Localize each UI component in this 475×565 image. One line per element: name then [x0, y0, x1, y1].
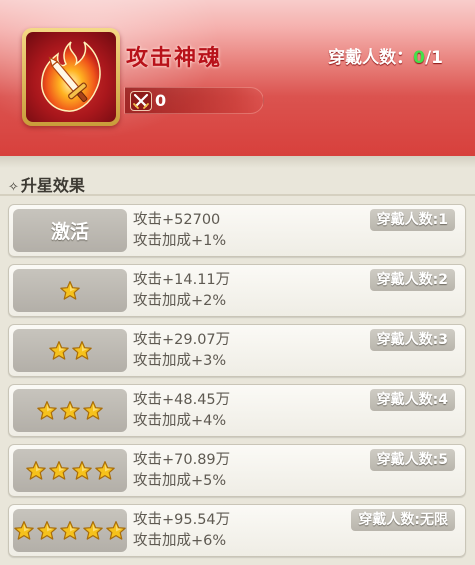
- attack-bonus-stat: 攻击加成+2%: [133, 293, 227, 309]
- power-bar: 0: [124, 87, 264, 114]
- skill-title: 攻击神魂: [126, 45, 223, 71]
- attack-bonus-stat: 攻击加成+5%: [133, 473, 227, 489]
- star-level-cell: [13, 329, 127, 372]
- star-level-row: 攻击+29.07万 攻击加成+3% 穿戴人数:3: [8, 324, 466, 377]
- star-icon: [14, 520, 34, 540]
- star-level-row: 攻击+48.45万 攻击加成+4% 穿戴人数:4: [8, 384, 466, 437]
- stat-lines: 攻击+52700 攻击加成+1%: [133, 210, 226, 252]
- stat-lines: 攻击+29.07万 攻击加成+3%: [133, 330, 230, 372]
- stat-lines: 攻击+95.54万 攻击加成+6%: [133, 510, 230, 552]
- star-level-cell: [13, 269, 127, 312]
- activate-label: 激活: [50, 221, 89, 243]
- star-icon: [83, 520, 103, 540]
- star-icon: [37, 400, 57, 420]
- star-level-cell: [13, 389, 127, 432]
- attack-stat: 攻击+70.89万: [133, 452, 231, 468]
- star-icon: [48, 340, 69, 360]
- star-icon: [60, 520, 80, 540]
- star-icon: [106, 520, 126, 540]
- wear-count-tag: 穿戴人数:2: [369, 269, 455, 291]
- attack-stat: 攻击+29.07万: [133, 332, 231, 348]
- attack-stat: 攻击+95.54万: [133, 512, 231, 528]
- attack-bonus-stat: 攻击加成+3%: [133, 353, 227, 369]
- wear-count-total: /1: [424, 48, 443, 68]
- star-level-row: 激活 攻击+52700 攻击加成+1% 穿戴人数:1: [8, 204, 466, 257]
- skill-header: 攻击神魂 穿戴人数：0/1 0: [0, 0, 475, 156]
- wear-count-tag: 穿戴人数:5: [369, 449, 455, 471]
- star-icon: [60, 400, 80, 420]
- flaming-sword-icon: [26, 32, 116, 122]
- star-icon: [71, 460, 92, 480]
- wear-count-tag: 穿戴人数:3: [369, 329, 455, 351]
- star-level-cell: [13, 509, 127, 552]
- star-rating: [25, 460, 116, 482]
- star-level-row: 攻击+14.11万 攻击加成+2% 穿戴人数:2: [8, 264, 466, 317]
- attack-bonus-stat: 攻击加成+6%: [133, 533, 227, 549]
- star-icon: [25, 460, 46, 480]
- wear-count-tag: 穿戴人数:1: [369, 209, 455, 231]
- wear-count-tag: 穿戴人数:无限: [351, 509, 455, 531]
- star-rating: [13, 520, 127, 542]
- attack-stat: 攻击+14.11万: [133, 272, 231, 288]
- star-icon: [94, 460, 115, 480]
- attack-bonus-stat: 攻击加成+4%: [133, 413, 227, 429]
- section-divider: [0, 194, 475, 196]
- star-level-row: 攻击+95.54万 攻击加成+6% 穿戴人数:无限: [8, 504, 466, 557]
- star-level-cell: 激活: [13, 209, 127, 252]
- star-icon: [71, 340, 92, 360]
- star-icon: [60, 280, 80, 300]
- stat-lines: 攻击+70.89万 攻击加成+5%: [133, 450, 230, 492]
- section-title: ✧ 升星效果: [8, 172, 85, 196]
- attack-stat: 攻击+52700: [133, 212, 221, 228]
- attack-stat: 攻击+48.45万: [133, 392, 231, 408]
- skill-icon-frame[interactable]: [22, 28, 120, 126]
- star-rating: [48, 340, 93, 362]
- wear-count: 穿戴人数：0/1: [328, 43, 443, 68]
- section-band: [0, 156, 475, 168]
- attack-bonus-stat: 攻击加成+1%: [133, 233, 227, 249]
- diamond-icon: ✧: [8, 180, 19, 195]
- star-icon: [83, 400, 103, 420]
- power-value: 0: [155, 91, 167, 110]
- section-title-text: 升星效果: [20, 176, 85, 195]
- wear-count-current: 0: [413, 48, 425, 68]
- star-icon: [48, 460, 69, 480]
- star-rating: [59, 280, 81, 302]
- star-level-row: 攻击+70.89万 攻击加成+5% 穿戴人数:5: [8, 444, 466, 497]
- stat-lines: 攻击+48.45万 攻击加成+4%: [133, 390, 230, 432]
- wear-count-tag: 穿戴人数:4: [369, 389, 455, 411]
- star-level-cell: [13, 449, 127, 492]
- crossed-swords-icon: [130, 91, 152, 111]
- star-rating: [36, 400, 104, 422]
- star-icon: [37, 520, 57, 540]
- stat-lines: 攻击+14.11万 攻击加成+2%: [133, 270, 230, 312]
- wear-count-prefix: 穿戴人数：: [328, 48, 414, 68]
